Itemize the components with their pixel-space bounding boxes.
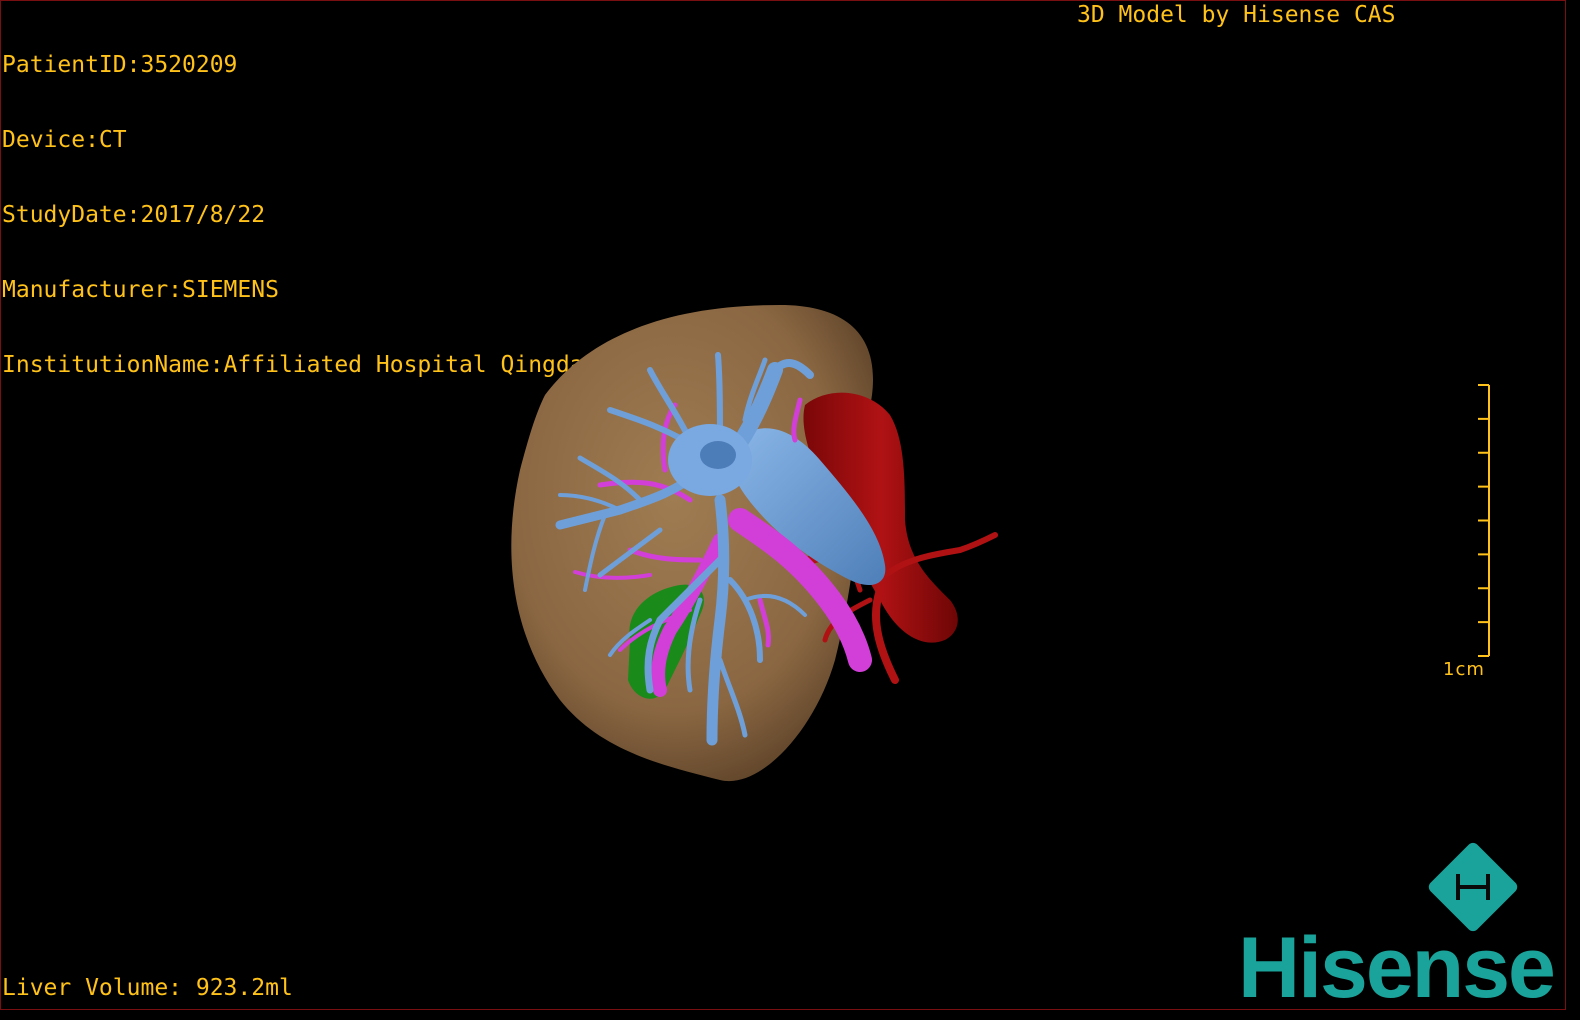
liver-volume-text: Liver Volume: 923.2ml — [2, 975, 293, 1001]
scale-bar — [1478, 384, 1490, 657]
hepatic-vein-lumen — [700, 441, 736, 469]
scale-bar-label: 1cm — [1443, 659, 1485, 680]
liver-3d-model-viewport[interactable] — [0, 0, 1580, 1020]
hisense-logo-wordmark: Hisense — [1238, 920, 1556, 1016]
